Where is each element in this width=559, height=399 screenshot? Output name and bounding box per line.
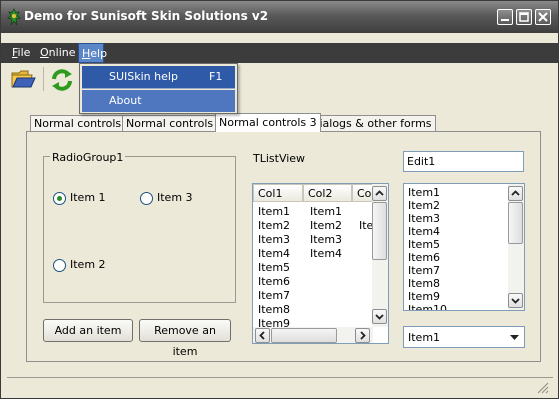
refresh-button[interactable] <box>49 68 75 92</box>
menu-help-rest: elp <box>90 47 108 60</box>
menu-item-label: About <box>109 94 142 107</box>
chevron-left-icon <box>259 331 265 340</box>
refresh-icon <box>52 69 72 91</box>
scroll-thumb[interactable] <box>508 202 523 244</box>
menu-separator <box>82 88 235 89</box>
menu-online[interactable]: Online <box>37 43 79 63</box>
listview-cell[interactable]: Item5 <box>258 261 290 274</box>
menu-file-rest: ile <box>17 46 31 59</box>
list-item[interactable]: Item6 <box>408 251 440 264</box>
tab-normal-controls-3[interactable]: Normal controls 3 <box>215 113 321 132</box>
list-item[interactable]: Item10 <box>408 303 447 310</box>
listview-cell[interactable]: Item2 <box>310 219 342 232</box>
list-box[interactable]: Item1 Item2 Item3 Item4 Item5 Item6 Item… <box>403 183 525 311</box>
listview-horizontal-scrollbar[interactable] <box>253 327 373 343</box>
tab-dialogs-other-forms[interactable]: Dialogs & other forms <box>307 115 436 132</box>
list-item[interactable]: Item4 <box>408 225 440 238</box>
app-logo-icon <box>6 8 22 26</box>
list-item[interactable]: Item3 <box>408 212 440 225</box>
list-item[interactable]: Item9 <box>408 290 440 303</box>
scroll-up-button[interactable] <box>508 186 523 201</box>
listview-cell[interactable]: Item6 <box>258 275 290 288</box>
menu-item-shortcut: F1 <box>209 70 223 83</box>
scroll-right-button[interactable] <box>355 328 370 343</box>
list-item[interactable]: Item2 <box>408 199 440 212</box>
listview-column-header[interactable]: Col2 <box>303 184 352 202</box>
listview-title: TListView <box>253 152 306 165</box>
menu-item-about[interactable]: About <box>82 90 235 112</box>
remove-item-button[interactable]: Remove an item <box>139 319 231 358</box>
listview-cell[interactable]: Item4 <box>310 247 342 260</box>
resize-grip-icon[interactable] <box>537 382 549 394</box>
chevron-down-icon <box>375 314 384 320</box>
listview-cell[interactable]: Item4 <box>258 247 290 260</box>
tab-normal-controls-2[interactable]: Normal controls 2 <box>122 115 228 132</box>
listbox-vertical-scrollbar[interactable] <box>508 184 524 310</box>
scroll-thumb[interactable] <box>372 202 387 260</box>
minimize-icon <box>501 19 509 21</box>
window-title: Demo for Sunisoft Skin Solutions v2 <box>24 9 269 23</box>
radio-item-2[interactable] <box>53 259 66 272</box>
maximize-icon <box>519 12 529 22</box>
scroll-up-button[interactable] <box>372 186 387 201</box>
open-folder-button[interactable] <box>10 68 36 90</box>
menu-online-mnemonic: O <box>40 46 49 59</box>
listview-vertical-scrollbar[interactable] <box>372 184 388 327</box>
menu-online-rest: nline <box>48 46 76 59</box>
close-button[interactable] <box>535 9 551 25</box>
radio-group <box>43 156 236 303</box>
dropdown-arrow-icon[interactable] <box>510 335 519 341</box>
list-item[interactable]: Item7 <box>408 264 440 277</box>
radio-group-title: RadioGroup1 <box>50 151 126 164</box>
status-bar <box>7 377 553 394</box>
scroll-down-button[interactable] <box>508 293 523 308</box>
close-icon <box>538 12 548 22</box>
list-item[interactable]: Item1 <box>408 186 440 199</box>
menu-file[interactable]: File <box>9 43 33 63</box>
listview-cell[interactable]: Item3 <box>310 233 342 246</box>
edit-field[interactable]: Edit1 <box>403 151 524 172</box>
chevron-down-icon <box>511 298 520 304</box>
open-folder-icon <box>11 70 36 88</box>
title-bar[interactable]: Demo for Sunisoft Skin Solutions v2 <box>1 1 558 33</box>
listview-column-header[interactable]: Col1 <box>253 184 303 202</box>
tab-normal-controls-1[interactable]: Normal controls 1 <box>30 115 136 132</box>
combo-box[interactable]: Item1 <box>403 326 525 348</box>
chevron-up-icon <box>511 190 520 196</box>
app-window: Demo for Sunisoft Skin Solutions v2 File… <box>0 0 559 399</box>
listview-cell[interactable]: Item8 <box>258 303 290 316</box>
radio-item-1[interactable] <box>53 192 66 205</box>
listview-cell[interactable]: Item7 <box>258 289 290 302</box>
maximize-button[interactable] <box>516 9 532 25</box>
scroll-left-button[interactable] <box>255 328 270 343</box>
menu-item-label: SUISkin help <box>109 70 178 83</box>
add-item-button[interactable]: Add an item <box>43 319 133 342</box>
menu-help[interactable]: Help <box>78 43 108 63</box>
minimize-button[interactable] <box>497 9 513 25</box>
scroll-thumb[interactable] <box>271 328 337 343</box>
list-item[interactable]: Item8 <box>408 277 440 290</box>
help-dropdown-menu: SUISkin help F1 About <box>79 63 238 114</box>
toolbar-separator <box>43 67 44 91</box>
menu-item-suiskin-help[interactable]: SUISkin help F1 <box>82 66 235 88</box>
list-item[interactable]: Item5 <box>408 238 440 251</box>
chevron-right-icon <box>360 331 366 340</box>
list-view[interactable]: Col1 Col2 Co Item1 Item2 Item3 Item4 Ite… <box>252 183 389 344</box>
listview-cell[interactable]: Item1 <box>258 205 290 218</box>
chevron-up-icon <box>375 190 384 196</box>
listview-cell[interactable]: Item1 <box>310 205 342 218</box>
listview-cell[interactable]: Item2 <box>258 219 290 232</box>
combo-selected-value: Item1 <box>408 331 441 344</box>
listview-cell[interactable]: Item3 <box>258 233 290 246</box>
radio-item-3[interactable] <box>140 192 153 205</box>
radio-item-1-label[interactable]: Item 1 <box>70 191 106 204</box>
menu-bar: File Online Help <box>1 43 558 63</box>
radio-item-3-label[interactable]: Item 3 <box>157 191 193 204</box>
scroll-down-button[interactable] <box>372 309 387 324</box>
radio-item-2-label[interactable]: Item 2 <box>70 258 106 271</box>
